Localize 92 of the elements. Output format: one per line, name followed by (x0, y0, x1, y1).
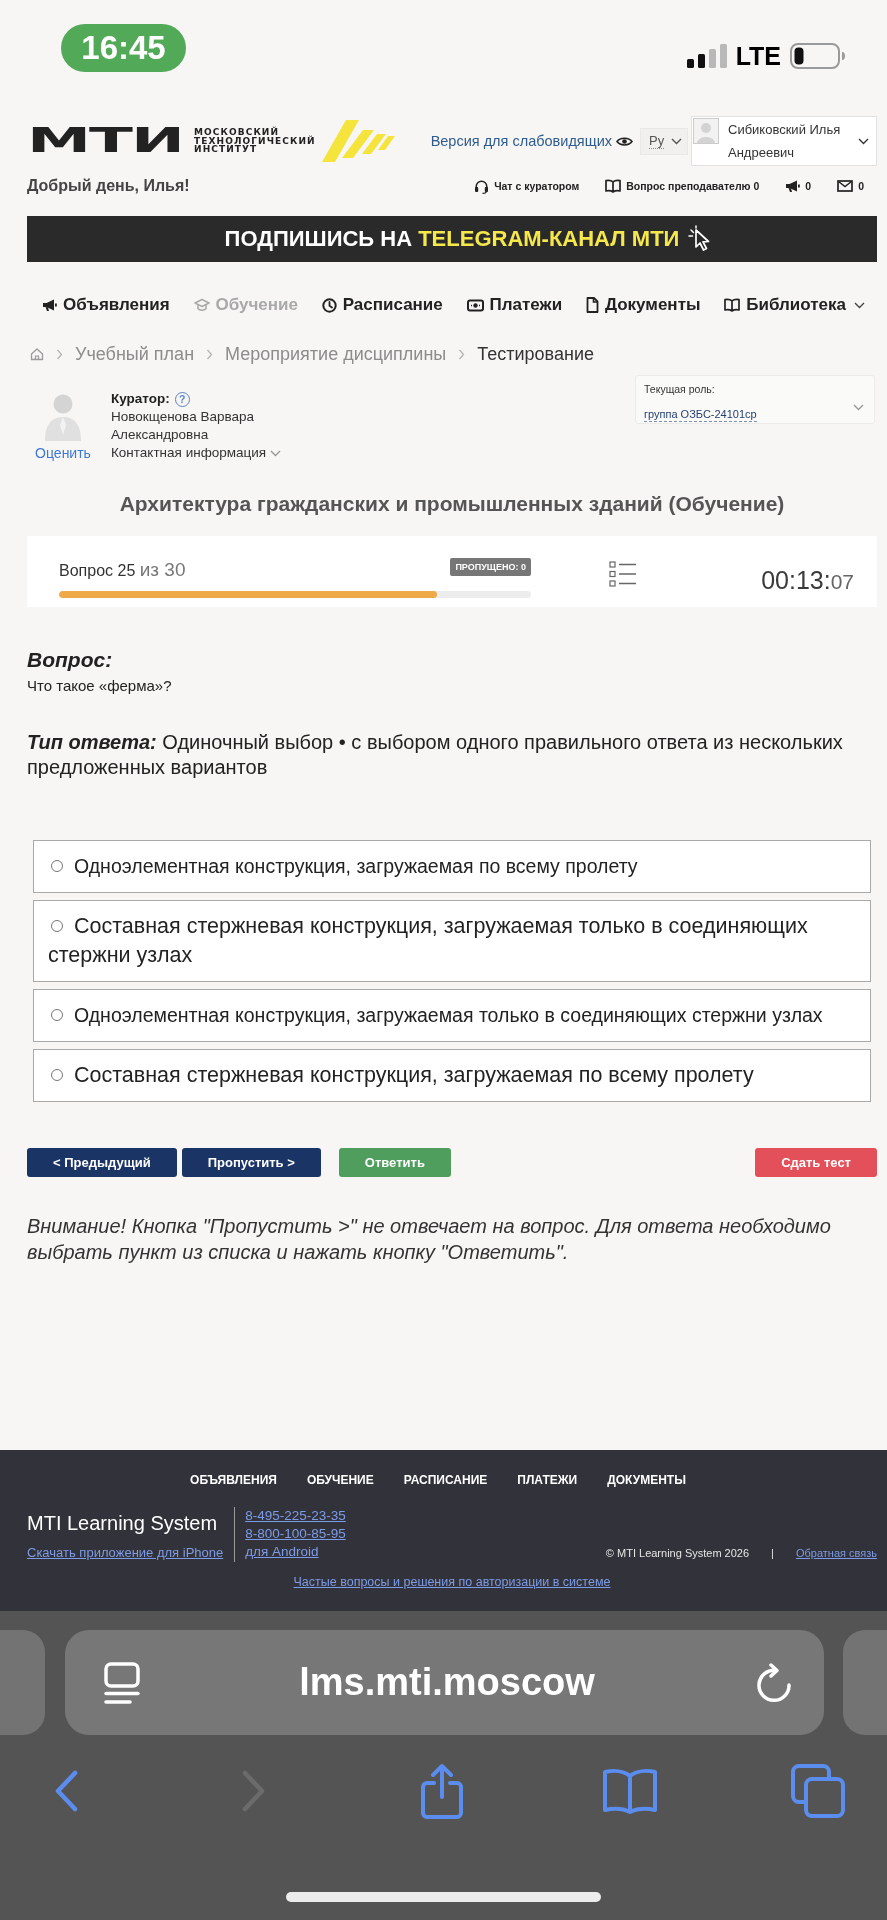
caret-icon (858, 138, 869, 145)
radio-button[interactable] (51, 860, 63, 872)
footer-brand: MTI Learning System (27, 1511, 219, 1535)
telegram-banner[interactable]: ПОДПИШИСЬ НА TELEGRAM-КАНАЛ МТИ (27, 216, 877, 262)
reader-mode-icon[interactable] (103, 1661, 140, 1704)
teacher-question-link[interactable]: Вопрос преподавателю 0 (605, 179, 760, 193)
chat-link[interactable]: Чат с куратором (474, 178, 580, 194)
signal-icon (686, 44, 727, 68)
role-label: Текущая роль: (644, 382, 716, 396)
footer-nav-link[interactable]: РАСПИСАНИЕ (403, 1472, 488, 1488)
megaphone-icon (785, 179, 801, 193)
nav-link[interactable]: Объявления (42, 295, 170, 315)
tab-preview[interactable] (843, 1630, 887, 1735)
graduation-cap-icon (193, 298, 210, 312)
footer-nav-link[interactable]: ОБЪЯВЛЕНИЯ (190, 1472, 277, 1488)
curator-name: Новокщенова Варвара Александровна (111, 408, 255, 444)
test-title: Архитектура гражданских и промышленных зданий (Обучение) (118, 491, 786, 517)
nav-link[interactable]: Платежи (466, 295, 563, 315)
book-icon (724, 298, 741, 312)
accessibility-link[interactable]: Версия для слабовидящих (430, 133, 633, 149)
caret-icon (671, 137, 682, 145)
role-select[interactable]: группа ОЗБС-24101ср (644, 408, 757, 422)
copyright-text: © MTI Learning System 2026 (605, 1546, 750, 1561)
question-list-icon[interactable] (609, 561, 637, 587)
reload-icon[interactable] (754, 1662, 793, 1703)
megaphone-icon (42, 298, 57, 312)
share-icon[interactable] (419, 1763, 465, 1819)
nav-link[interactable]: Расписание (321, 295, 443, 315)
logo-caption: МОСКОВСКИЙ ТЕХНОЛОГИЧЕСКИЙ ИНСТИТУТ (194, 128, 316, 154)
nav-link[interactable]: Библиотека (724, 295, 865, 315)
submit-button[interactable]: Сдать тест (755, 1148, 877, 1177)
chevron-icon (206, 348, 214, 360)
contacts-link[interactable]: Контактная информация (111, 444, 282, 462)
radio-button[interactable] (51, 920, 63, 932)
footer-nav-link[interactable]: ОБУЧЕНИЕ (306, 1472, 374, 1488)
rate-link[interactable]: Оценить (35, 444, 91, 462)
back-icon[interactable] (53, 1770, 79, 1812)
banner-text: ПОДПИШИСЬ НА TELEGRAM-КАНАЛ МТИ (224, 226, 680, 252)
battery-icon (790, 43, 846, 69)
book-icon[interactable] (602, 1768, 658, 1814)
answer-option[interactable]: Одноэлементная конструкция, загружаемая только в соединяющих стержни узлах (33, 989, 871, 1042)
warning-note: Внимание! Кнопка "Пропустить >" не отвечает на вопрос. Для ответа необходимо выбрать пункт из списка и нажать кнопку "Ответить". (27, 1214, 832, 1265)
book-icon (605, 179, 622, 193)
footer-separator: | (771, 1546, 774, 1561)
previous-button[interactable]: < Предыдущий (27, 1148, 177, 1177)
feedback-link[interactable]: Обратная связь (795, 1544, 877, 1562)
announcements-link[interactable]: 0 (785, 179, 812, 193)
answer-option[interactable]: Составная стержневая конструкция, загружаемая по всему пролету (33, 1049, 871, 1102)
caret-icon (270, 449, 282, 457)
nav-link[interactable]: Документы (585, 295, 701, 315)
curator-label: Куратор: (111, 390, 170, 408)
document-icon (585, 297, 599, 313)
skip-button[interactable]: Пропустить > (181, 1148, 321, 1177)
logo-mark-icon (321, 120, 395, 162)
tabs-icon[interactable] (791, 1764, 845, 1818)
breadcrumb-current: Тестирование (477, 343, 594, 365)
chevron-icon (458, 348, 466, 360)
android-app-link[interactable]: для Android (245, 1543, 319, 1561)
clock-icon (321, 297, 337, 313)
phone-link[interactable]: 8-800-100-85-95 (245, 1525, 346, 1543)
answer-option[interactable]: Составная стержневая конструкция, загружаемая только в соединяющих стержни узлах (33, 900, 871, 982)
tab-preview[interactable] (0, 1630, 45, 1735)
chevron-icon (56, 348, 63, 360)
messages-link[interactable]: 0 (837, 180, 864, 192)
status-time: 16:45 (61, 24, 186, 72)
address-bar[interactable]: lms.mti.moscow (64, 1630, 824, 1735)
question-heading: Вопрос: (27, 647, 114, 673)
radio-button[interactable] (51, 1009, 63, 1021)
question-counter: Вопрос 25 из 30 (59, 559, 186, 582)
headset-icon (474, 178, 490, 194)
radio-button[interactable] (51, 1069, 63, 1081)
greeting: Добрый день, Илья! (27, 177, 190, 195)
footer-nav-link[interactable]: ПЛАТЕЖИ (517, 1472, 578, 1488)
question-text: Что такое «ферма»? (27, 677, 173, 695)
answer-option[interactable]: Одноэлементная конструкция, загружаемая по всему пролету (33, 840, 871, 893)
caret-icon (853, 404, 864, 411)
iphone-app-link[interactable]: Скачать приложение для iPhone (27, 1544, 224, 1562)
skipped-badge: ПРОПУЩЕНО: 0 (450, 558, 531, 576)
eye-icon (616, 135, 633, 147)
ticket-icon (466, 298, 484, 312)
avatar-icon (693, 118, 719, 144)
language-select[interactable]: Ру (640, 127, 688, 155)
logo-wordmark: МТИ (27, 128, 183, 154)
home-icon[interactable] (30, 347, 44, 361)
phone-link[interactable]: 8-495-225-23-35 (245, 1507, 346, 1525)
faq-link[interactable]: Частые вопросы и решения по авторизации в системе (293, 1575, 611, 1589)
user-menu[interactable]: Сибиковский Илья Андреевич (691, 116, 877, 166)
answer-type: Тип ответа: Одиночный выбор • с выбором одного правильного ответа из нескольких предложенных вариантов (27, 730, 844, 780)
envelope-icon (837, 180, 854, 192)
network-type: LTE (735, 43, 781, 69)
footer-nav-link[interactable]: ДОКУМЕНТЫ (607, 1472, 686, 1488)
timer: 00:13:07 (761, 565, 854, 596)
